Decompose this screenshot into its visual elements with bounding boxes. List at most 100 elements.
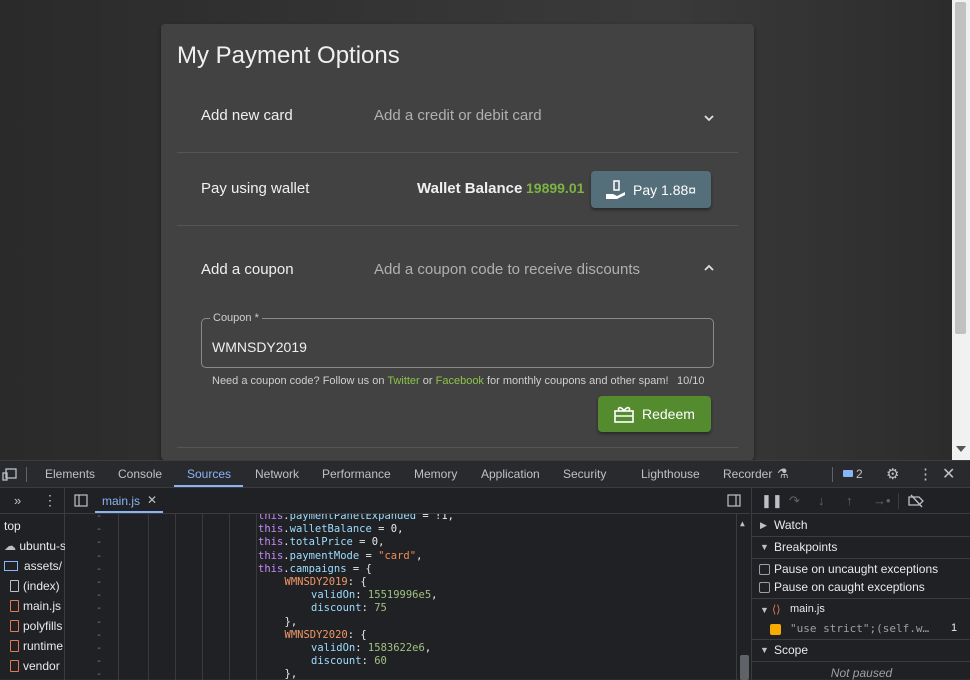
coupon-field[interactable]: Coupon *	[201, 312, 714, 368]
issues-count[interactable]: 2	[856, 467, 863, 481]
code-line[interactable]: WMNSDY2019: {	[285, 576, 367, 589]
more-tabs-icon[interactable]: »	[14, 493, 21, 508]
breakpoint-file-row[interactable]: ▼ ⟨⟩ main.js	[752, 603, 970, 616]
nav-item-polyfills[interactable]: polyfills	[10, 619, 71, 633]
code-scrollbar[interactable]: ▲	[736, 514, 751, 680]
tab-memory[interactable]: Memory	[414, 467, 457, 481]
code-line[interactable]: validOn: 1583622e6,	[311, 642, 431, 655]
scope-section[interactable]: ▼ Scope	[752, 643, 970, 657]
code-line[interactable]: },	[285, 668, 298, 680]
nav-item-assets[interactable]: assets/	[4, 559, 65, 573]
code-line[interactable]: this.paymentMode = "card",	[258, 550, 422, 563]
add-card-panel[interactable]: Add new card Add a credit or debit card	[177, 82, 738, 153]
nav-item-ubuntu[interactable]: ☁ ubuntu-se	[4, 539, 65, 553]
more-options-icon[interactable]: ⋮	[918, 465, 933, 483]
scroll-up-icon[interactable]: ▲	[740, 517, 745, 530]
tab-console[interactable]: Console	[118, 467, 162, 481]
breakpoints-section[interactable]: ▼ Breakpoints	[752, 540, 970, 554]
issues-icon[interactable]	[843, 470, 853, 479]
pause-caught-checkbox[interactable]	[759, 582, 770, 593]
line-marker[interactable]: -	[96, 642, 102, 655]
facebook-link[interactable]: Facebook	[436, 375, 484, 387]
redeem-label: Redeem	[642, 406, 695, 422]
wallet-panel: Pay using wallet Wallet Balance 19899.01…	[177, 153, 738, 226]
close-devtools-icon[interactable]: ✕	[942, 464, 955, 484]
step-out-icon[interactable]: ↑	[846, 493, 853, 508]
line-marker[interactable]: -	[96, 629, 102, 642]
line-marker[interactable]: -	[96, 616, 102, 629]
toggle-debugger-icon[interactable]	[727, 494, 741, 507]
watch-section[interactable]: ▶ Watch	[752, 518, 970, 532]
pay-button[interactable]: Pay 1.88¤	[591, 171, 711, 208]
pause-icon[interactable]: ❚❚	[761, 493, 783, 509]
add-card-label: Add new card	[201, 107, 293, 124]
tab-elements[interactable]: Elements	[45, 467, 95, 481]
wallet-label: Pay using wallet	[201, 180, 310, 197]
step-over-icon[interactable]: ↷	[789, 493, 800, 509]
tab-security[interactable]: Security	[563, 467, 606, 481]
code-line[interactable]: },	[285, 616, 298, 629]
step-into-icon[interactable]: ↓	[818, 493, 825, 508]
navigator-menu-icon[interactable]: ⋮	[43, 492, 57, 509]
file-icon	[10, 580, 19, 592]
collapse-triangle-icon: ▼	[760, 645, 769, 655]
line-marker[interactable]: -	[96, 576, 102, 589]
code-line[interactable]: this.walletBalance = 0,	[258, 523, 403, 536]
tab-performance[interactable]: Performance	[322, 467, 391, 481]
line-marker[interactable]: -	[96, 523, 102, 536]
pause-caught-row[interactable]: Pause on caught exceptions	[752, 580, 970, 594]
code-editor[interactable]: ------------- ▲ this.paymentPanelExpande…	[65, 514, 751, 680]
code-scrollbar-thumb[interactable]	[740, 655, 749, 680]
line-marker[interactable]: -	[96, 602, 102, 615]
pause-uncaught-row[interactable]: Pause on uncaught exceptions	[752, 562, 970, 576]
twitter-link[interactable]: Twitter	[387, 375, 419, 387]
toggle-navigator-icon[interactable]	[74, 494, 88, 507]
tab-lighthouse[interactable]: Lighthouse	[641, 467, 700, 481]
nav-item-runtime[interactable]: runtime	[10, 639, 71, 653]
code-line[interactable]: validOn: 15519996e5,	[311, 589, 437, 602]
line-marker[interactable]: -	[96, 668, 102, 680]
tab-recorder[interactable]: Recorder	[723, 467, 772, 481]
code-line[interactable]: discount: 75	[311, 602, 387, 615]
coupon-input[interactable]	[212, 339, 692, 355]
tab-application[interactable]: Application	[481, 467, 540, 481]
settings-gear-icon[interactable]: ⚙	[886, 465, 899, 483]
chevron-down-icon[interactable]	[704, 113, 714, 123]
breakpoint-entry[interactable]: "use strict";(self.w… 1	[752, 622, 970, 635]
code-line[interactable]: discount: 60	[311, 655, 387, 668]
device-toolbar-icon[interactable]	[2, 468, 17, 481]
line-marker[interactable]: -	[96, 550, 102, 563]
step-icon[interactable]: →•	[873, 493, 891, 508]
code-line[interactable]: WMNSDY2020: {	[285, 629, 367, 642]
tab-network[interactable]: Network	[255, 467, 299, 481]
nav-item-index[interactable]: (index)	[10, 579, 71, 593]
deactivate-breakpoints-icon[interactable]	[908, 494, 925, 508]
chevron-up-icon[interactable]	[704, 263, 714, 273]
code-line[interactable]: this.totalPrice = 0,	[258, 536, 384, 549]
nav-item-vendor[interactable]: vendor	[10, 659, 71, 673]
scroll-down-arrow-icon[interactable]	[956, 446, 966, 452]
nav-item-main[interactable]: main.js	[10, 599, 71, 613]
line-marker[interactable]: -	[96, 589, 102, 602]
line-marker[interactable]: -	[96, 563, 102, 576]
not-paused-message: Not paused	[830, 666, 893, 680]
close-file-icon[interactable]: ✕	[147, 493, 157, 507]
bp-line-number: 1	[951, 622, 958, 634]
nav-item-top[interactable]: top	[4, 519, 65, 533]
debugger-toolbar: ❚❚ ↷ ↓ ↑ →•	[752, 488, 970, 514]
code-line[interactable]: this.paymentPanelExpanded = !1,	[258, 514, 454, 523]
page-scrollbar-thumb[interactable]	[955, 2, 966, 334]
redeem-button[interactable]: Redeem	[598, 396, 711, 432]
tab-sources[interactable]: Sources	[187, 467, 231, 481]
line-marker[interactable]: -	[96, 536, 102, 549]
pause-uncaught-checkbox[interactable]	[759, 564, 770, 575]
bp-code-snippet: "use strict";(self.w…	[790, 622, 930, 635]
file-tab-main-js[interactable]: main.js ✕	[95, 488, 163, 513]
line-marker[interactable]: -	[96, 514, 102, 523]
active-tab-indicator	[174, 485, 243, 487]
breakpoint-checkbox[interactable]	[770, 624, 781, 635]
code-line[interactable]: this.campaigns = {	[258, 563, 372, 576]
line-marker[interactable]: -	[96, 655, 102, 668]
page-scrollbar[interactable]	[952, 0, 970, 460]
line-gutter[interactable]: -------------	[65, 514, 119, 680]
